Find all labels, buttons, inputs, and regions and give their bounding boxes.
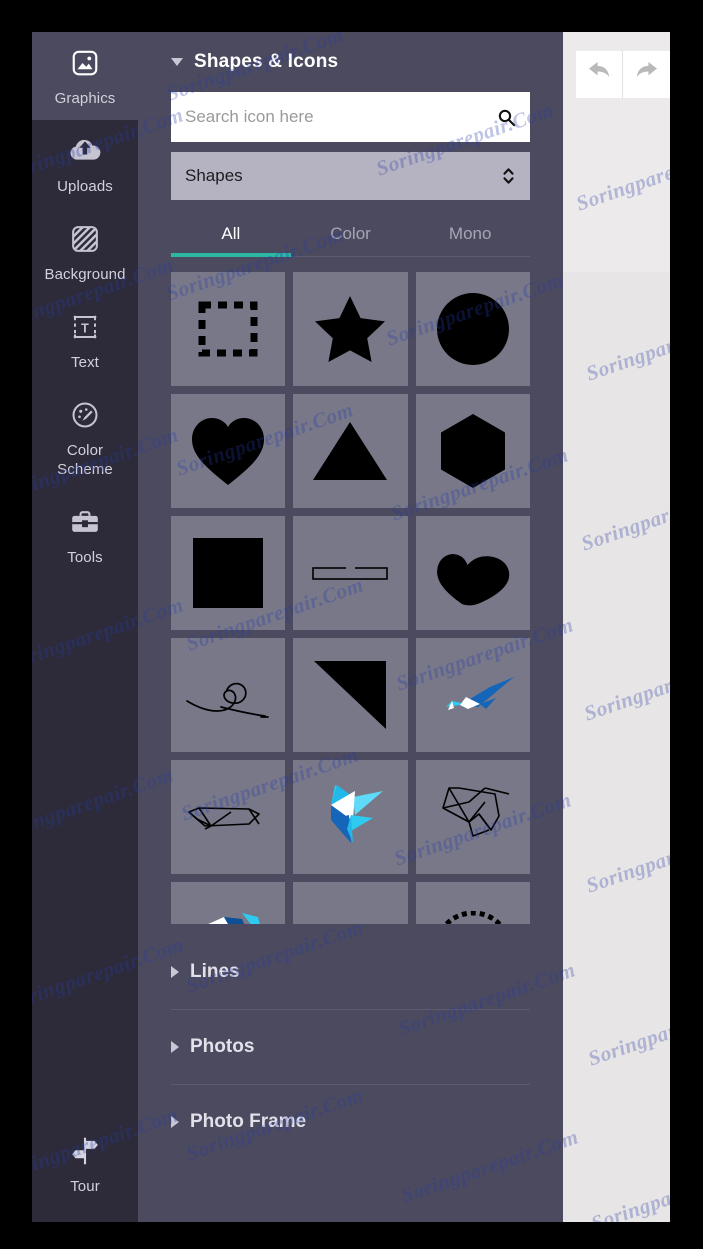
palette-icon: [68, 398, 102, 432]
sidebar-item-uploads[interactable]: Uploads: [32, 120, 138, 208]
shape-tile-wireframe-bird[interactable]: [171, 760, 286, 874]
sidebar-item-label: Uploads: [57, 178, 113, 195]
caret-right-icon: [171, 1041, 179, 1053]
shape-tile-triangle[interactable]: [293, 394, 408, 508]
sidebar-item-label: Graphics: [54, 90, 116, 107]
chevron-updown-icon: [501, 165, 516, 187]
shape-category-select[interactable]: Shapes: [171, 152, 530, 200]
shape-tile-dashed-arch[interactable]: [415, 882, 530, 924]
shape-tile-hexagon[interactable]: [415, 394, 530, 508]
accordion-photos[interactable]: Photos: [171, 1009, 530, 1084]
image-icon: [68, 46, 102, 80]
undo-icon: [587, 61, 612, 88]
shape-filter-tabs: All Color Mono: [171, 214, 530, 257]
sidebar-item-background[interactable]: Background: [32, 208, 138, 296]
graphics-panel: Shapes & Icons Shapes: [138, 32, 563, 1222]
canvas-toolbar: [576, 51, 670, 98]
sidebar-item-text[interactable]: T Text: [32, 296, 138, 384]
shape-tile-outline-origami-bird[interactable]: [415, 760, 530, 874]
cloud-upload-icon: [68, 134, 102, 168]
sidebar-item-label: Tour: [70, 1178, 100, 1195]
shapes-and-icons-section-header[interactable]: Shapes & Icons: [171, 32, 530, 92]
search-icon[interactable]: [497, 108, 516, 127]
page-title: Shapes & Icons: [194, 51, 339, 72]
signpost-icon: [68, 1134, 102, 1168]
shape-tile-heart-swirl-line[interactable]: [171, 638, 286, 752]
shape-tile-bar-outline[interactable]: [293, 516, 408, 630]
left-nav-rail: Graphics Uploads Background T Text Color…: [32, 32, 138, 1222]
sidebar-item-label: Color Scheme: [57, 442, 113, 478]
sidebar-item-graphics[interactable]: Graphics: [32, 32, 138, 120]
shape-tile-heart[interactable]: [171, 394, 286, 508]
rail-spacer: [32, 579, 138, 1120]
shape-tile-circle[interactable]: [415, 272, 530, 386]
shape-tile-right-triangle[interactable]: [293, 638, 408, 752]
sidebar-item-label: Background: [44, 266, 126, 283]
tab-all[interactable]: All: [171, 214, 291, 257]
shape-tile-dashed-square[interactable]: [171, 272, 286, 386]
shape-tile-star[interactable]: [293, 272, 408, 386]
canvas-sheet[interactable]: [563, 272, 670, 1222]
accordion-lines[interactable]: Lines: [171, 934, 530, 1009]
editor-window: Graphics Uploads Background T Text Color…: [32, 32, 670, 1222]
shape-tile-square[interactable]: [171, 516, 286, 630]
tab-color[interactable]: Color: [291, 214, 411, 256]
shape-tile-cyan-polygon[interactable]: [293, 882, 408, 924]
shape-tile-blue-origami-wing[interactable]: [415, 638, 530, 752]
sidebar-item-label: Tools: [67, 549, 103, 566]
caret-right-icon: [171, 1116, 179, 1128]
redo-icon: [634, 61, 659, 88]
search-box[interactable]: [171, 92, 530, 142]
sidebar-item-label: Text: [71, 354, 99, 371]
caret-right-icon: [171, 965, 179, 978]
shape-tile-tilted-heart[interactable]: [415, 516, 530, 630]
accordion-label: Photos: [190, 1036, 255, 1057]
accordion-sections: Lines Photos Photo Frame: [171, 934, 530, 1159]
toolbox-icon: [68, 505, 102, 539]
hatch-square-icon: [68, 222, 102, 256]
tab-mono[interactable]: Mono: [410, 214, 530, 256]
sidebar-item-color-scheme[interactable]: Color Scheme: [32, 384, 138, 491]
sidebar-item-tools[interactable]: Tools: [32, 491, 138, 579]
accordion-photo-frame[interactable]: Photo Frame: [171, 1084, 530, 1159]
caret-down-icon: [171, 58, 183, 66]
redo-button[interactable]: [623, 51, 670, 98]
text-box-icon: T: [68, 310, 102, 344]
canvas-area: [563, 32, 670, 1222]
accordion-label: Lines: [190, 960, 240, 982]
undo-button[interactable]: [576, 51, 623, 98]
shape-tile-blue-origami-bird[interactable]: [293, 760, 408, 874]
select-value: Shapes: [185, 166, 243, 185]
shape-tile-crystal-gem[interactable]: [171, 882, 286, 924]
accordion-label: Photo Frame: [190, 1111, 307, 1132]
shapes-grid: [171, 272, 530, 924]
svg-text:T: T: [81, 321, 89, 335]
sidebar-item-tour[interactable]: Tour: [32, 1120, 138, 1222]
search-input[interactable]: [185, 92, 497, 142]
